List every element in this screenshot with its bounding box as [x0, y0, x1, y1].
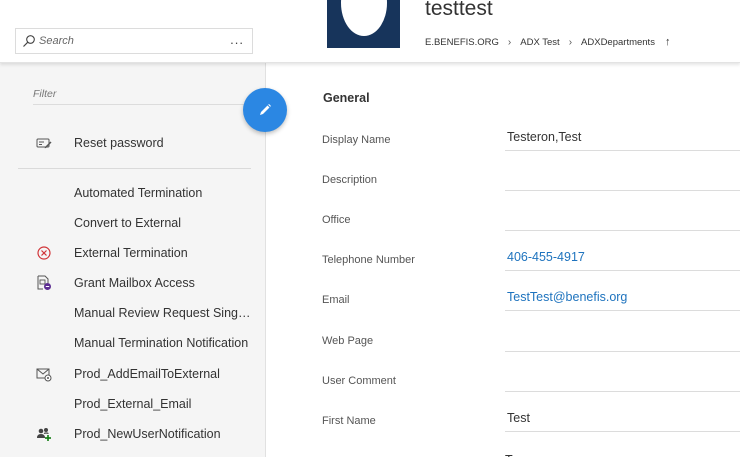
field-label-display-name: Display Name — [322, 134, 391, 146]
action-label: Prod_External_Email — [74, 397, 192, 411]
action-manual-review-request[interactable]: Manual Review Request Single... — [0, 298, 265, 328]
action-label: Prod_NewUserNotification — [74, 427, 221, 441]
action-grant-mailbox-access[interactable]: Grant Mailbox Access — [0, 268, 265, 298]
envelope-gear-icon — [36, 368, 52, 382]
action-label: Prod_AddEmailToExternal — [74, 367, 220, 381]
action-label: Manual Review Request Single... — [74, 306, 252, 320]
field-label-telephone: Telephone Number — [322, 254, 415, 266]
email-link[interactable]: TestTest@benefis.org — [505, 287, 740, 311]
field-label-first-name: First Name — [322, 415, 376, 427]
action-label: Reset password — [74, 136, 164, 150]
action-prod-external-email[interactable]: Prod_External_Email — [0, 389, 265, 419]
circle-x-icon — [37, 246, 51, 260]
action-external-termination[interactable]: External Termination — [0, 238, 265, 268]
first-name-value[interactable]: Test — [505, 408, 740, 432]
page-title: testtest — [425, 0, 493, 20]
breadcrumb-item-ou[interactable]: ADX Test — [520, 37, 559, 48]
chevron-right-icon: › — [568, 36, 573, 48]
action-manual-termination-notification[interactable]: Manual Termination Notification — [0, 328, 265, 358]
pencil-icon — [260, 104, 271, 115]
display-name-value[interactable]: Testeron,Test — [505, 127, 740, 151]
web-page-value[interactable] — [505, 328, 740, 352]
breadcrumb: E.BENEFIS.ORG › ADX Test › ADXDepartment… — [425, 35, 670, 49]
filter-field[interactable] — [33, 85, 251, 105]
telephone-link[interactable]: 406-455-4917 — [505, 247, 740, 271]
keyboard-pen-icon — [36, 138, 52, 149]
field-label-user-comment: User Comment — [322, 375, 396, 387]
search-more-button[interactable]: ... — [230, 32, 244, 48]
user-avatar — [327, 0, 400, 48]
action-prod-add-email-to-external[interactable]: Prod_AddEmailToExternal — [0, 359, 265, 389]
divider — [18, 168, 251, 169]
action-automated-termination[interactable]: Automated Termination — [0, 178, 265, 208]
filter-input[interactable] — [33, 85, 251, 103]
search-icon — [23, 35, 35, 47]
actions-panel: Reset password Automated Termination Con… — [0, 63, 266, 457]
search-input[interactable] — [39, 32, 219, 50]
header-bar: ... testtest E.BENEFIS.ORG › ADX Test › … — [0, 0, 740, 63]
action-label: Manual Termination Notification — [74, 336, 249, 350]
next-field-value: T — [505, 450, 525, 457]
users-add-icon — [37, 428, 51, 441]
action-prod-new-user-notification[interactable]: Prod_NewUserNotification — [0, 419, 265, 449]
description-value[interactable] — [505, 167, 740, 191]
action-convert-to-external[interactable]: Convert to External — [0, 208, 265, 238]
action-reset-password[interactable]: Reset password — [0, 128, 265, 158]
action-label: Grant Mailbox Access — [74, 276, 195, 290]
breadcrumb-item-department[interactable]: ADXDepartments — [581, 37, 655, 48]
field-label-office: Office — [322, 214, 351, 226]
search-box[interactable]: ... — [15, 28, 253, 54]
field-label-description: Description — [322, 174, 378, 186]
arrow-up-icon[interactable]: ↑ — [665, 36, 671, 48]
user-comment-value[interactable] — [505, 368, 740, 392]
office-value[interactable] — [505, 207, 740, 231]
action-label: Convert to External — [74, 216, 181, 230]
action-label: Automated Termination — [74, 186, 203, 200]
section-title-general: General — [323, 91, 370, 105]
field-label-email: Email — [322, 294, 350, 306]
chevron-right-icon: › — [507, 36, 512, 48]
field-label-web-page: Web Page — [322, 335, 374, 347]
action-label: External Termination — [74, 246, 188, 260]
mailbox-access-icon — [37, 275, 51, 290]
breadcrumb-item-domain[interactable]: E.BENEFIS.ORG — [425, 37, 499, 48]
edit-button[interactable] — [243, 88, 287, 132]
